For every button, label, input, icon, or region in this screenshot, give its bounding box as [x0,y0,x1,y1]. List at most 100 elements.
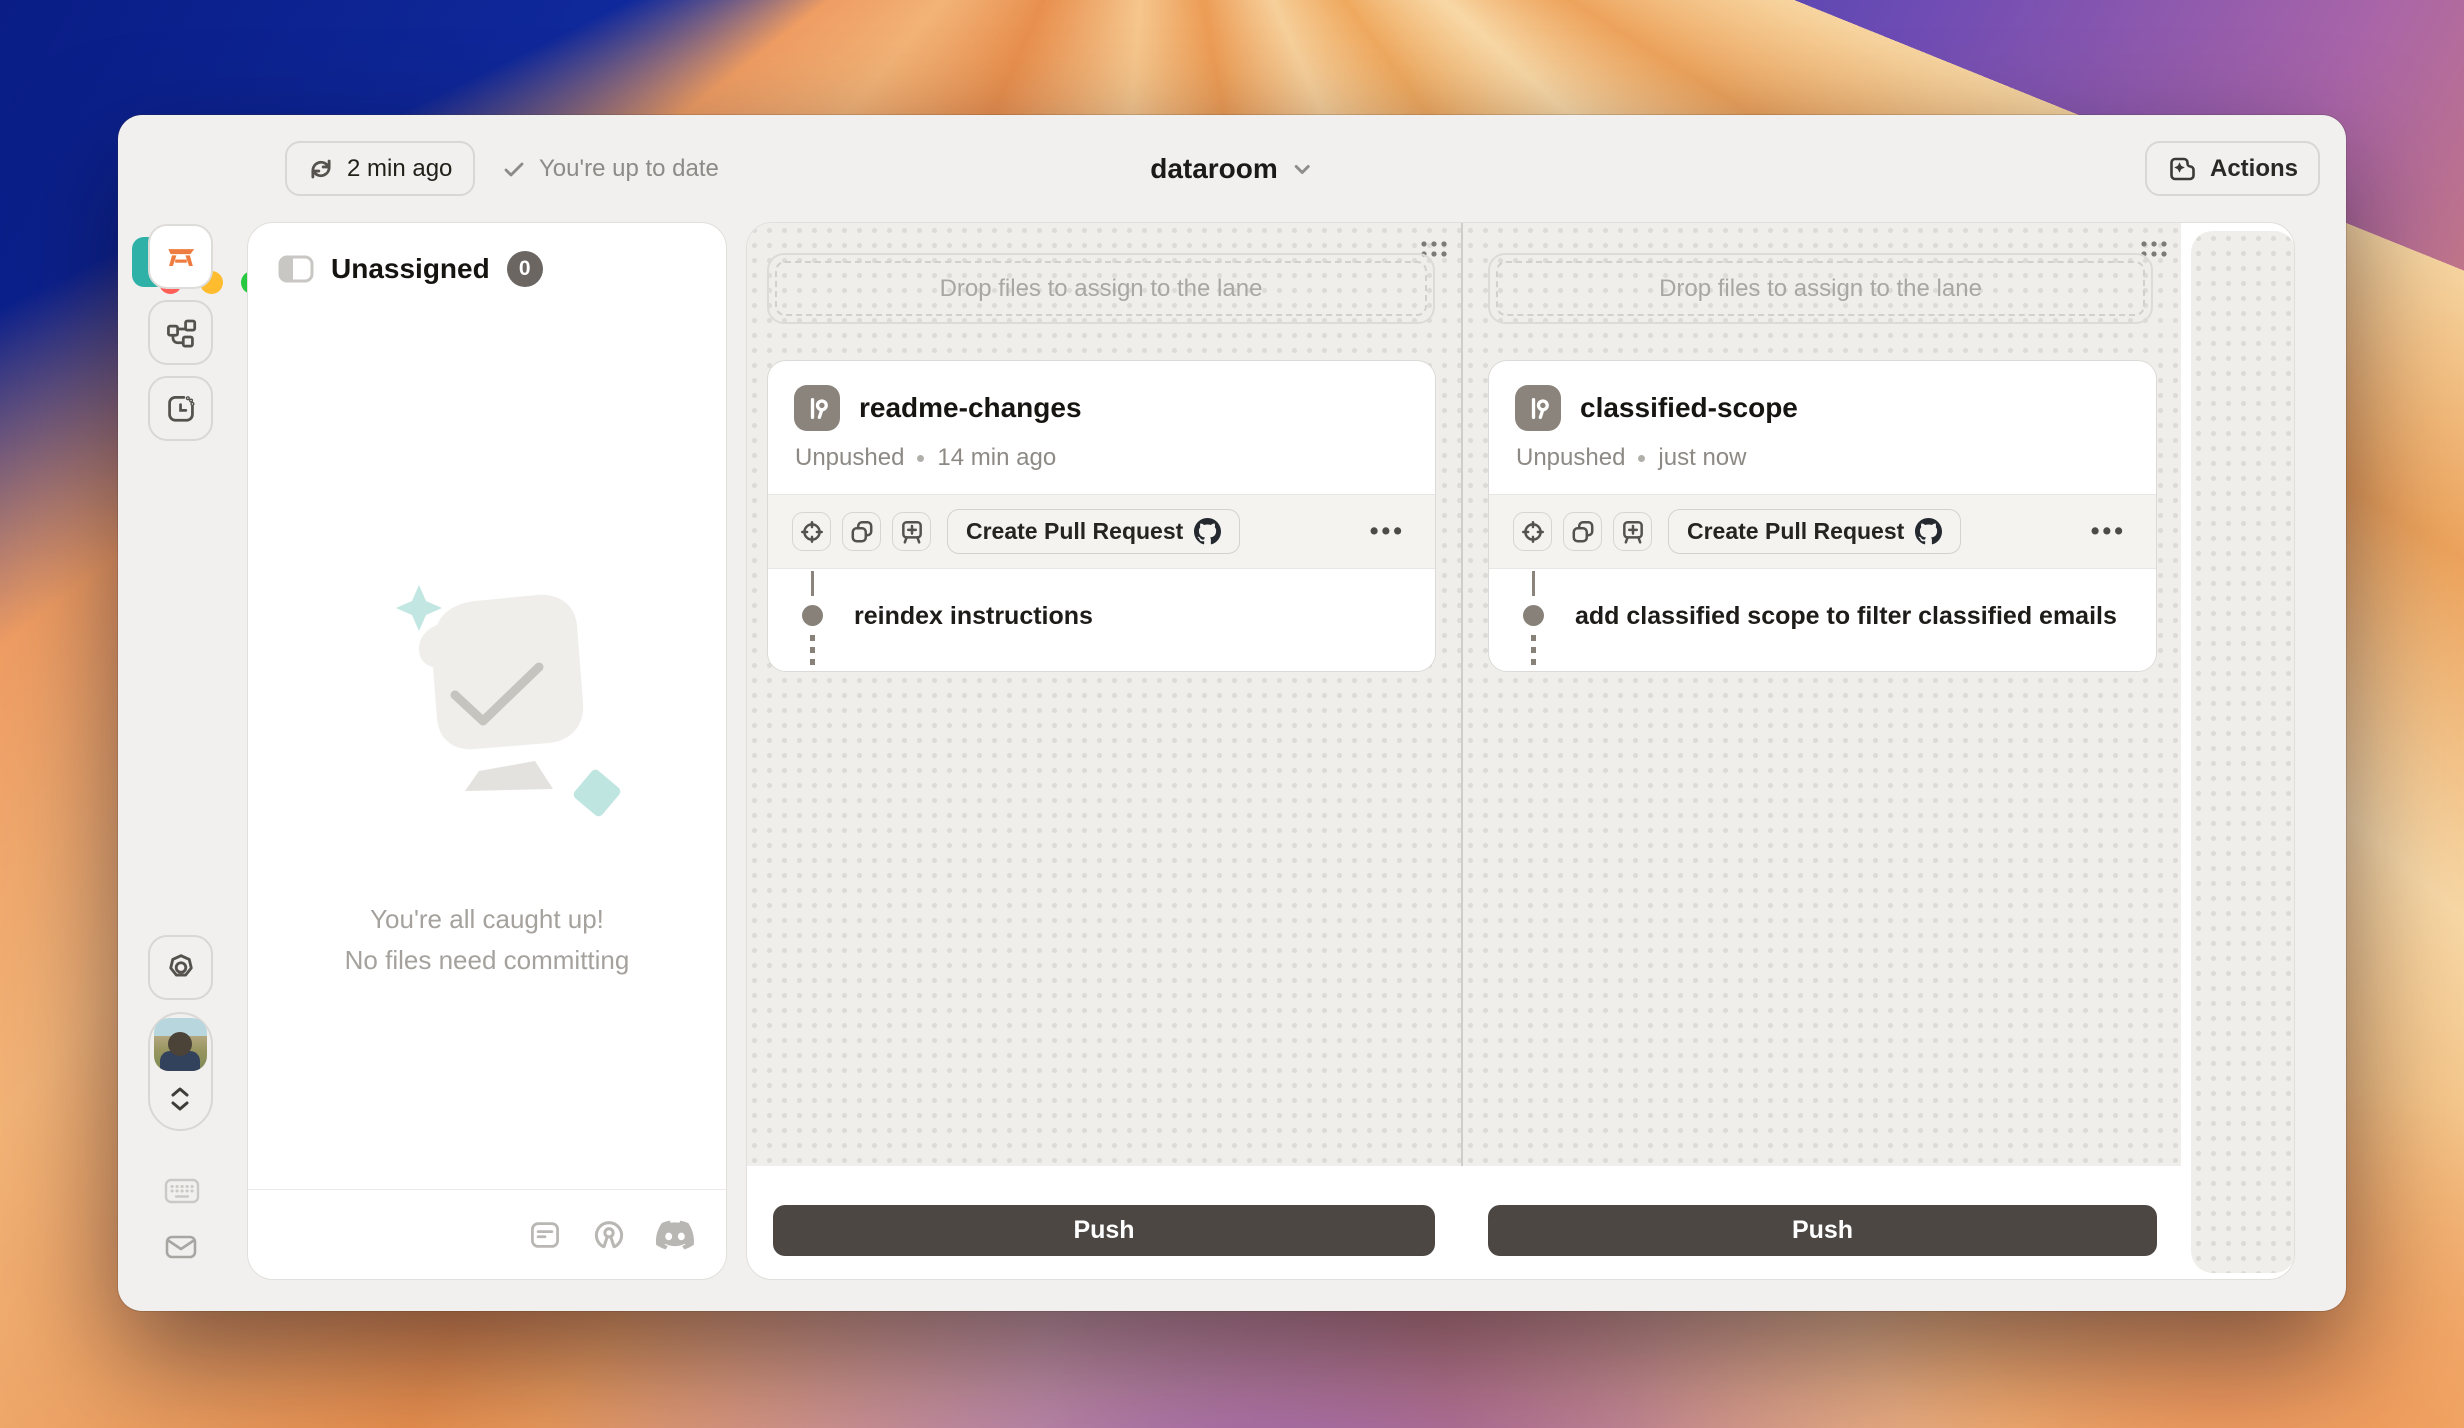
branch-icon [804,395,831,422]
actions-button-label: Actions [2210,157,2298,181]
create-pr-button[interactable]: Create Pull Request [1668,509,1961,554]
commit-dot-icon [802,605,823,626]
workbench-icon [162,238,200,276]
gear-icon [165,952,197,984]
branch-icon [1525,395,1552,422]
open-source-keyhole-icon [592,1218,626,1252]
open-source-button[interactable] [592,1215,626,1255]
overflow-menu-button[interactable]: ••• [1364,517,1411,546]
copy-branch-button[interactable] [1563,512,1602,551]
commit-time: just now [1658,444,1746,472]
actions-icon [2167,155,2197,183]
commit-list: reindex instructions [768,569,1435,671]
branch-badge [1515,385,1561,431]
feedback-mail-button[interactable] [164,1233,198,1261]
split-panel-icon[interactable] [278,255,314,283]
branches-graph-icon [165,317,197,349]
push-status: Unpushed [1516,444,1625,472]
push-button[interactable]: Push [1488,1205,2157,1256]
branch-card-header[interactable]: readme-changes Unpushed 14 min ago [768,361,1435,494]
assign-to-workbench-button[interactable] [892,512,931,551]
commit-rail-line [811,571,814,596]
branch-badge [794,385,840,431]
unassigned-header: Unassigned 0 [248,223,726,287]
branch-name: readme-changes [859,392,1082,424]
branch-card: readme-changes Unpushed 14 min ago [767,360,1436,672]
project-name: dataroom [1150,153,1278,185]
history-view-button[interactable] [148,376,213,441]
keyboard-shortcuts-button[interactable] [164,1177,200,1205]
unassigned-panel: Unassigned 0 You're all caught up! No fi… [247,222,727,1280]
workspace-view-button[interactable] [148,224,213,289]
empty-state-subtitle: No files need committing [248,940,726,981]
push-status: Unpushed [795,444,904,472]
release-notes-button[interactable] [528,1215,562,1255]
notes-icon [528,1219,562,1251]
lanes-panel: Drop files to assign to the lane readme-… [746,222,2295,1280]
lane-dropzone[interactable]: Drop files to assign to the lane [767,253,1435,324]
branch-toolbar: Create Pull Request ••• [768,494,1435,569]
sync-status: You're up to date [502,141,719,196]
lane-classified-scope[interactable]: Drop files to assign to the lane classif… [1463,223,2181,1166]
commit-list: add classified scope to filter classifie… [1489,569,2156,671]
create-pr-button[interactable]: Create Pull Request [947,509,1240,554]
keyboard-icon [164,1177,200,1205]
commit-time: 14 min ago [937,444,1056,472]
branch-name: classified-scope [1580,392,1798,424]
commit-target-button[interactable] [1513,512,1552,551]
empty-state-title: You're all caught up! [248,899,726,940]
bench-plus-icon [1620,519,1646,545]
branch-card-header[interactable]: classified-scope Unpushed just now [1489,361,2156,494]
project-switcher[interactable]: dataroom [1150,141,1314,196]
commit-message[interactable]: add classified scope to filter classifie… [1575,569,2136,663]
new-lane-strip[interactable] [2191,231,2295,1273]
github-icon [1915,518,1942,545]
caught-up-illustration [327,563,647,863]
check-icon [502,157,526,181]
user-avatar [154,1018,207,1071]
commit-rail-dashes [1531,635,1536,669]
lane-readme-changes[interactable]: Drop files to assign to the lane readme-… [747,223,1461,1166]
dropzone-hint: Drop files to assign to the lane [775,261,1427,316]
create-pr-label: Create Pull Request [1687,520,1904,543]
assign-to-workbench-button[interactable] [1613,512,1652,551]
commit-rail-line [1532,571,1535,596]
copy-branch-button[interactable] [842,512,881,551]
sync-button[interactable]: 2 min ago [285,141,475,196]
commit-message[interactable]: reindex instructions [854,569,1415,663]
sync-status-label: You're up to date [539,155,719,183]
sync-button-label: 2 min ago [347,157,452,181]
meta-separator-dot [1638,455,1645,462]
commit-dot-icon [1523,605,1544,626]
chevron-up-down-icon [167,1084,193,1114]
branch-toolbar: Create Pull Request ••• [1489,494,2156,569]
meta-separator-dot [917,455,924,462]
history-clock-icon [165,393,197,425]
account-switcher[interactable] [148,1012,213,1131]
push-button[interactable]: Push [773,1205,1435,1256]
target-plus-icon [1520,519,1546,545]
app-window: 2 min ago You're up to date dataroom Act… [118,115,2346,1311]
github-icon [1194,518,1221,545]
dropzone-hint: Drop files to assign to the lane [1496,261,2145,316]
bench-plus-icon [899,519,925,545]
mail-icon [164,1233,198,1261]
copy-icon [1570,519,1596,545]
commit-rail-dashes [810,635,815,669]
branches-view-button[interactable] [148,300,213,365]
actions-button[interactable]: Actions [2145,141,2320,196]
unassigned-footer [248,1189,726,1279]
empty-state: You're all caught up! No files need comm… [248,563,726,981]
copy-icon [849,519,875,545]
target-plus-icon [799,519,825,545]
discord-button[interactable] [656,1215,694,1255]
commit-target-button[interactable] [792,512,831,551]
lane-dropzone[interactable]: Drop files to assign to the lane [1488,253,2153,324]
sync-icon [308,156,334,182]
branch-card: classified-scope Unpushed just now [1488,360,2157,672]
chevron-down-icon [1290,157,1314,181]
settings-button[interactable] [148,935,213,1000]
discord-icon [656,1220,694,1250]
unassigned-title: Unassigned [331,253,490,285]
overflow-menu-button[interactable]: ••• [2085,517,2132,546]
